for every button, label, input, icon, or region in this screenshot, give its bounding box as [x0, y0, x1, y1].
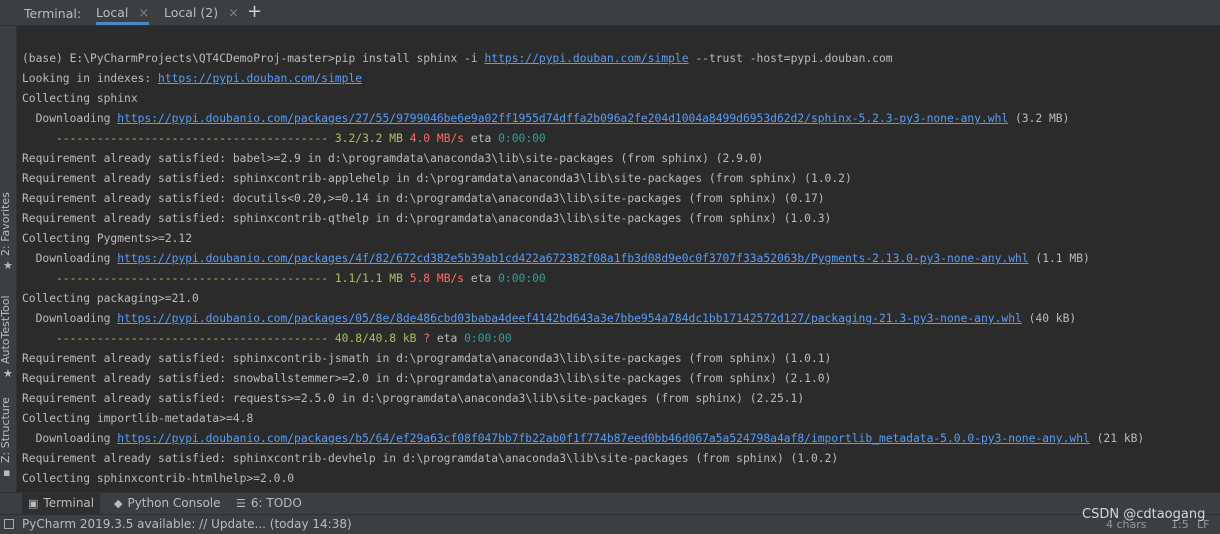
terminal-text: Requirement already satisfied: snowballs… — [22, 372, 832, 385]
terminal-text: (40 kB) — [1021, 312, 1077, 325]
bottom-tab-todo[interactable]: ☰ 6: TODO — [236, 493, 302, 514]
terminal-text: eta — [464, 272, 499, 285]
terminal-text: Downloading — [22, 312, 118, 325]
terminal-line: Requirement already satisfied: sphinxcon… — [22, 449, 1217, 469]
terminal-icon: ▣ — [28, 497, 39, 510]
terminal-line: Downloading https://pypi.doubanio.com/pa… — [22, 249, 1217, 269]
terminal-output[interactable]: (base) E:\PyCharmProjects\QT4CDemoProj-m… — [22, 49, 1217, 489]
terminal-line: Downloading https://pypi.doubanio.com/pa… — [22, 429, 1217, 449]
structure-icon: ▪ — [3, 466, 11, 479]
terminal-text: --trust -host=pypi.douban.com — [688, 52, 893, 65]
terminal-line: Collecting packaging>=21.0 — [22, 289, 1217, 309]
terminal-text: Requirement already satisfied: sphinxcon… — [22, 212, 832, 225]
terminal-line: Requirement already satisfied: sphinxcon… — [22, 349, 1217, 369]
terminal-text: 0:00:00 — [498, 272, 546, 285]
terminal-text: 4.0 MB/s — [409, 132, 465, 145]
terminal-text: 0:00:00 — [464, 332, 512, 345]
todo-icon: ☰ — [236, 497, 246, 510]
favorites-tool-tab[interactable]: 2: Favorites — [0, 192, 12, 256]
star-icon: ★ — [3, 367, 13, 380]
tab-local[interactable]: Local × — [96, 0, 150, 25]
terminal-line: Collecting importlib-metadata>=4.8 — [22, 409, 1217, 429]
terminal-line: ----------------------------------------… — [22, 269, 1217, 289]
terminal-link[interactable]: https://pypi.doubanio.com/packages/b5/64… — [117, 432, 1090, 445]
terminal-text: 0:00:00 — [498, 132, 546, 145]
terminal-line: Requirement already satisfied: snowballs… — [22, 369, 1217, 389]
bottom-tool-bar: ▣ Terminal ◆ Python Console ☰ 6: TODO — [0, 492, 1220, 514]
terminal-link[interactable]: https://pypi.douban.com/simple — [485, 52, 689, 65]
autotesttool-tool-tab[interactable]: AutoTestTool — [0, 295, 12, 364]
close-icon[interactable]: × — [228, 6, 239, 21]
terminal-link[interactable]: https://pypi.doubanio.com/packages/4f/82… — [117, 252, 1028, 265]
terminal-text: Looking in indexes: — [22, 72, 159, 85]
terminal-text: Collecting importlib-metadata>=4.8 — [22, 412, 254, 425]
terminal-line: Requirement already satisfied: docutils<… — [22, 189, 1217, 209]
terminal-text: (3.2 MB) — [1008, 112, 1070, 125]
terminal-text: Collecting sphinx — [22, 92, 138, 105]
bottom-tab-python-console-label: Python Console — [127, 496, 221, 510]
terminal-line: Downloading https://pypi.doubanio.com/pa… — [22, 309, 1217, 329]
python-icon: ◆ — [114, 497, 123, 510]
terminal-title: Terminal: — [24, 6, 82, 21]
terminal-tab-bar: Terminal: Local × Local (2) × + — [0, 0, 1220, 26]
status-bar: PyCharm 2019.3.5 available: // Update...… — [0, 514, 1220, 534]
terminal-text: (1.1 MB) — [1028, 252, 1090, 265]
terminal-line: Requirement already satisfied: babel>=2.… — [22, 149, 1217, 169]
terminal-text: Collecting packaging>=21.0 — [22, 292, 199, 305]
bottom-tab-todo-label: 6: TODO — [250, 496, 302, 510]
terminal-link[interactable]: https://pypi.douban.com/simple — [158, 72, 362, 85]
toggle-panels-icon[interactable] — [4, 519, 14, 529]
terminal-text: ----------------------------------------… — [22, 272, 403, 285]
terminal-line: Requirement already satisfied: sphinxcon… — [22, 209, 1217, 229]
terminal-link[interactable]: https://pypi.doubanio.com/packages/27/55… — [117, 112, 1008, 125]
update-notification[interactable]: PyCharm 2019.3.5 available: // Update...… — [22, 517, 352, 531]
terminal-text: Requirement already satisfied: babel>=2.… — [22, 152, 764, 165]
terminal-line: Collecting Pygments>=2.12 — [22, 229, 1217, 249]
terminal-text: 5.8 MB/s — [409, 272, 465, 285]
terminal-text: ----------------------------------------… — [22, 132, 403, 145]
tab-local-2[interactable]: Local (2) × — [164, 0, 239, 25]
bottom-tab-terminal-label: Terminal — [43, 496, 95, 510]
terminal-line: Collecting sphinxcontrib-htmlhelp>=2.0.0 — [22, 469, 1217, 489]
terminal-text: eta — [430, 332, 465, 345]
terminal-line: ----------------------------------------… — [22, 129, 1217, 149]
tab-local-2-label: Local (2) — [164, 5, 219, 20]
terminal-text: Requirement already satisfied: docutils<… — [22, 192, 825, 205]
terminal-line: (base) E:\PyCharmProjects\QT4CDemoProj-m… — [22, 49, 1217, 69]
structure-tool-tab[interactable]: Z: Structure — [0, 397, 12, 463]
terminal-line: Requirement already satisfied: requests>… — [22, 389, 1217, 409]
terminal-text: (21 kB) — [1089, 432, 1145, 445]
terminal-line: Collecting sphinx — [22, 89, 1217, 109]
terminal-text: Requirement already satisfied: requests>… — [22, 392, 805, 405]
terminal-text: Requirement already satisfied: sphinxcon… — [22, 352, 832, 365]
terminal-text: ----------------------------------------… — [22, 332, 417, 345]
terminal-line: Requirement already satisfied: sphinxcon… — [22, 169, 1217, 189]
close-icon[interactable]: × — [138, 6, 149, 21]
tab-local-label: Local — [96, 5, 129, 20]
terminal-text: Requirement already satisfied: sphinxcon… — [22, 172, 852, 185]
watermark: CSDN @cdtaogang — [1082, 507, 1206, 522]
terminal-text: (base) E:\PyCharmProjects\QT4CDemoProj-m… — [22, 52, 485, 65]
terminal-line: Looking in indexes: https://pypi.douban.… — [22, 69, 1217, 89]
terminal-line: Downloading https://pypi.doubanio.com/pa… — [22, 109, 1217, 129]
terminal-text: Downloading — [22, 252, 118, 265]
terminal-text: Downloading — [22, 112, 118, 125]
terminal-line: ----------------------------------------… — [22, 329, 1217, 349]
star-icon: ★ — [3, 259, 13, 272]
terminal-text: Downloading — [22, 432, 118, 445]
terminal-text: Collecting Pygments>=2.12 — [22, 232, 193, 245]
terminal-text: Collecting sphinxcontrib-htmlhelp>=2.0.0 — [22, 472, 295, 485]
terminal-text: eta — [464, 132, 499, 145]
bottom-tab-python-console[interactable]: ◆ Python Console — [114, 493, 221, 514]
bottom-tab-terminal[interactable]: ▣ Terminal — [22, 493, 101, 514]
left-tool-strip: 2: Favorites ★ AutoTestTool ★ Z: Structu… — [0, 26, 17, 492]
terminal-link[interactable]: https://pypi.doubanio.com/packages/05/8e… — [117, 312, 1022, 325]
terminal-text: Requirement already satisfied: sphinxcon… — [22, 452, 839, 465]
add-tab-icon[interactable]: + — [247, 1, 262, 22]
